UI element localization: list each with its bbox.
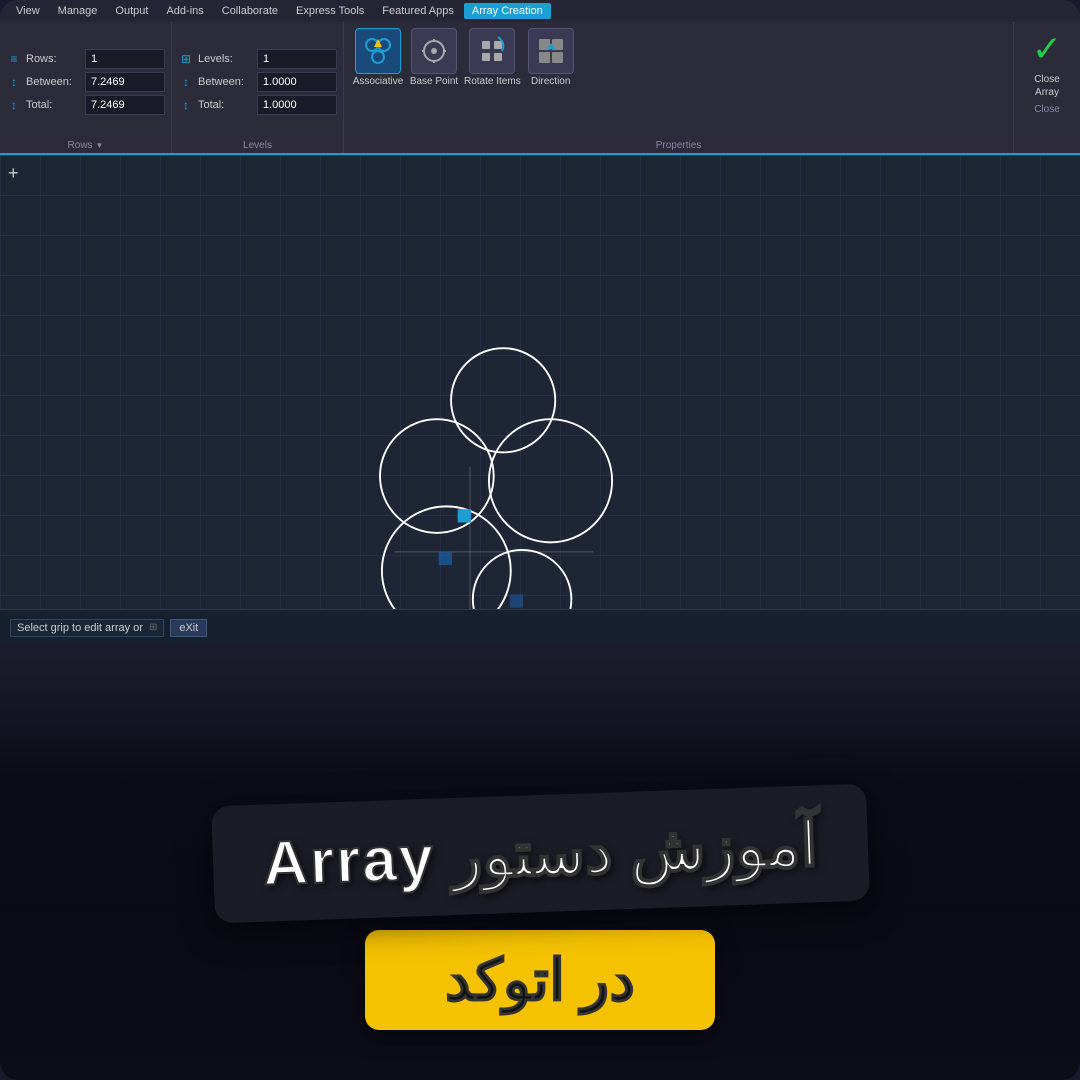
levels-between-icon: ↕: [178, 74, 194, 90]
rows-content: ≡ Rows: ↕ Between: ↕ Total:: [6, 26, 165, 138]
close-section: ✓ Close Array Close: [1014, 22, 1080, 153]
close-array-button[interactable]: ✓ Close Array: [1024, 26, 1070, 98]
title-yellow-box: در اتوکد: [365, 930, 715, 1030]
base-point-icon: [411, 28, 457, 74]
menu-item-featured[interactable]: Featured Apps: [374, 3, 462, 19]
overlay-banner: آموزش دستور Array در اتوکد: [0, 650, 1080, 1080]
menu-item-addins[interactable]: Add-ins: [158, 3, 211, 19]
menu-bar: View Manage Output Add-ins Collaborate E…: [0, 0, 1080, 22]
close-sublabel: Array: [1035, 87, 1059, 98]
menu-item-collaborate[interactable]: Collaborate: [214, 3, 286, 19]
levels-between-row: ↕ Between:: [178, 72, 337, 92]
levels-total-label: Total:: [198, 99, 253, 111]
menu-item-express[interactable]: Express Tools: [288, 3, 372, 19]
direction-button[interactable]: Direction: [525, 28, 577, 88]
rows-between-input[interactable]: [85, 72, 165, 92]
base-point-button[interactable]: Base Point: [408, 28, 460, 88]
rows-arrow-icon: ▼: [96, 141, 104, 150]
rows-between-label: Between:: [26, 76, 81, 88]
canvas: +: [0, 155, 1080, 645]
associative-button[interactable]: Associative: [352, 28, 404, 88]
toolbar: View Manage Output Add-ins Collaborate E…: [0, 0, 1080, 155]
title-dark-box: آموزش دستور Array: [211, 784, 869, 924]
properties-label: Properties: [352, 138, 1005, 151]
rotate-items-icon: [469, 28, 515, 74]
rotate-items-label: Rotate Items: [464, 76, 521, 88]
rows-section: ≡ Rows: ↕ Between: ↕ Total:: [0, 22, 172, 153]
levels-section-label: Levels: [178, 138, 337, 151]
banner-title-sub: در اتوکد: [445, 946, 635, 1014]
menu-item-output[interactable]: Output: [107, 3, 156, 19]
properties-content: Associative: [352, 26, 1005, 138]
close-checkmark-icon: ✓: [1024, 26, 1070, 72]
levels-between-label: Between:: [198, 76, 253, 88]
levels-content: ⊞ Levels: ↕ Between: ↕ Total:: [178, 26, 337, 138]
rows-between-icon: ↕: [6, 74, 22, 90]
rows-icon: ≡: [6, 51, 22, 67]
levels-total-row: ↕ Total:: [178, 95, 337, 115]
rows-input[interactable]: [85, 49, 165, 69]
rows-fields: ≡ Rows: ↕ Between: ↕ Total:: [6, 49, 165, 115]
command-icon: ⊞: [149, 622, 157, 633]
properties-section: Associative: [344, 22, 1014, 153]
levels-total-input[interactable]: [257, 95, 337, 115]
rows-section-label: Rows ▼: [6, 138, 165, 151]
close-section-label: Close: [1034, 102, 1060, 115]
close-label: Close: [1034, 74, 1060, 85]
levels-total-icon: ↕: [178, 97, 194, 113]
rows-between-row: ↕ Between:: [6, 72, 165, 92]
banner-title-main: آموزش دستور Array: [262, 807, 819, 899]
app-container: View Manage Output Add-ins Collaborate E…: [0, 0, 1080, 1080]
circles-container: [290, 315, 650, 645]
rows-total-label: Total:: [26, 99, 81, 111]
rows-total-row: ↕ Total:: [6, 95, 165, 115]
levels-label: Levels:: [198, 53, 253, 65]
rows-total-input[interactable]: [85, 95, 165, 115]
rows-label: Rows:: [26, 53, 81, 65]
add-button[interactable]: +: [8, 163, 19, 184]
menu-item-manage[interactable]: Manage: [50, 3, 106, 19]
command-input-area: Select grip to edit array or ⊞: [10, 619, 164, 637]
rows-row: ≡ Rows:: [6, 49, 165, 69]
menu-item-view[interactable]: View: [8, 3, 48, 19]
command-text: Select grip to edit array or: [17, 622, 143, 634]
direction-icon: [528, 28, 574, 74]
levels-row: ⊞ Levels:: [178, 49, 337, 69]
exit-button[interactable]: eXit: [170, 619, 207, 637]
levels-icon: ⊞: [178, 51, 194, 67]
levels-input[interactable]: [257, 49, 337, 69]
associative-icon: [355, 28, 401, 74]
base-point-label: Base Point: [410, 76, 458, 88]
direction-label: Direction: [531, 76, 570, 88]
rotate-items-button[interactable]: Rotate Items: [464, 28, 521, 88]
menu-item-array-creation[interactable]: Array Creation: [464, 3, 551, 19]
levels-between-input[interactable]: [257, 72, 337, 92]
ribbon: ≡ Rows: ↕ Between: ↕ Total:: [0, 22, 1080, 153]
array-circles-svg: [290, 315, 650, 645]
levels-fields: ⊞ Levels: ↕ Between: ↕ Total:: [178, 49, 337, 115]
associative-label: Associative: [353, 76, 404, 88]
command-bar: Select grip to edit array or ⊞ eXit: [0, 609, 1080, 645]
rows-total-icon: ↕: [6, 97, 22, 113]
levels-section: ⊞ Levels: ↕ Between: ↕ Total:: [172, 22, 344, 153]
